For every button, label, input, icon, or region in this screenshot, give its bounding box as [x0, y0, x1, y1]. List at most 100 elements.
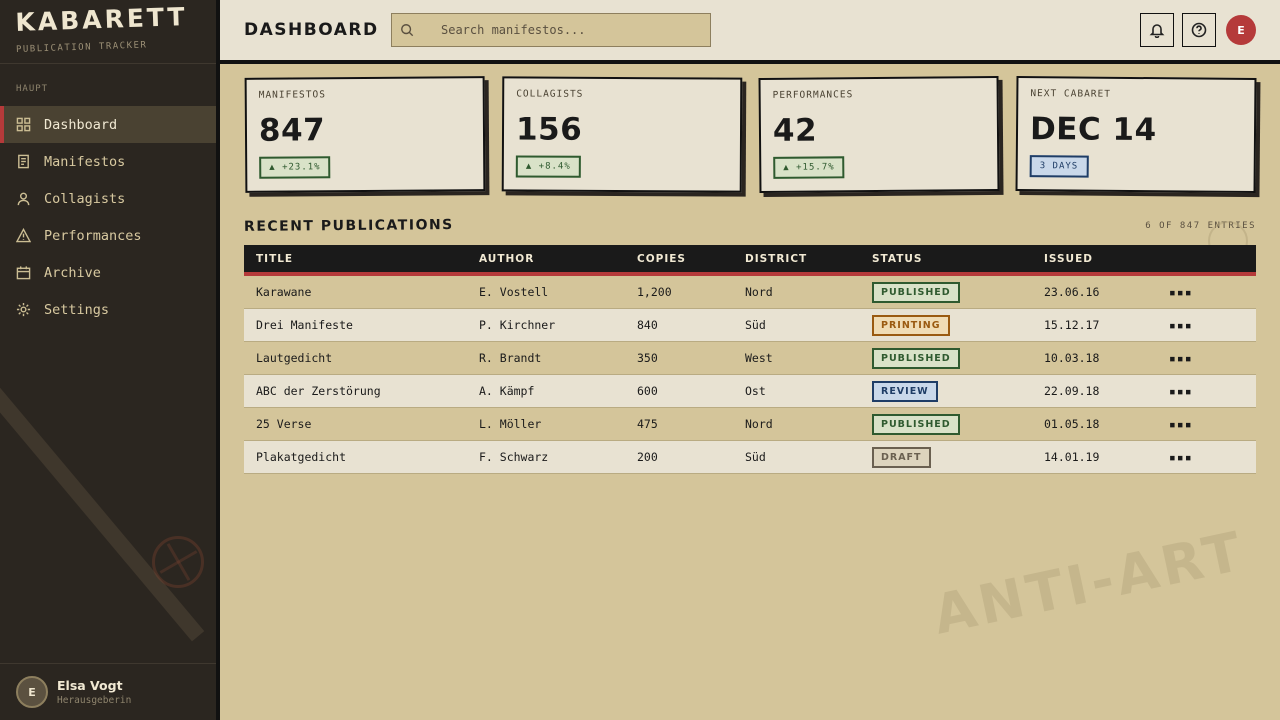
brand-subtitle: PUBLICATION TRACKER: [15, 40, 148, 55]
search-icon: [401, 24, 414, 37]
nav-section-label: HAUPT: [16, 84, 49, 94]
sidebar-item-label: Archive: [44, 264, 101, 281]
row-actions-button[interactable]: ▪▪▪: [1169, 450, 1256, 464]
brand: KABARETT PUBLICATION TRACKER: [0, 0, 216, 64]
cell-district: Ost: [745, 384, 766, 398]
cell-title: 25 Verse: [256, 417, 312, 431]
row-actions-button[interactable]: ▪▪▪: [1169, 351, 1256, 365]
stat-change-badge: ▲ +15.7%: [773, 156, 845, 179]
cell-copies: 840: [637, 318, 658, 332]
stat-value: 847: [258, 112, 326, 149]
row-actions-button[interactable]: ▪▪▪: [1169, 285, 1256, 299]
search-box[interactable]: [391, 13, 711, 47]
sidebar-item-manifestos[interactable]: Manifestos: [0, 143, 216, 180]
table-row[interactable]: Plakatgedicht F. Schwarz 200 Süd DRAFT 1…: [244, 441, 1256, 474]
cell-title: Drei Manifeste: [256, 318, 353, 332]
row-actions-button[interactable]: ▪▪▪: [1169, 417, 1256, 431]
table-header: TITLE AUTHOR COPIES DISTRICT STATUS ISSU…: [244, 245, 1256, 276]
countdown-badge: 3 DAYS: [1029, 155, 1089, 178]
cell-author: F. Schwarz: [479, 450, 549, 464]
cell-district: West: [745, 351, 773, 365]
sidebar-item-collagists[interactable]: Collagists: [0, 180, 216, 217]
row-actions-button[interactable]: ▪▪▪: [1169, 384, 1256, 398]
stat-label: MANIFESTOS: [258, 89, 326, 101]
stat-change-badge: ▲ +23.1%: [259, 156, 331, 179]
stat-value: DEC 14: [1029, 111, 1157, 149]
table-row[interactable]: Drei Manifeste P. Kirchner 840 Süd PRINT…: [244, 309, 1256, 342]
cell-title: Plakatgedicht: [256, 450, 347, 464]
row-actions-button[interactable]: ▪▪▪: [1169, 318, 1256, 332]
cell-issued: 10.03.18: [1044, 351, 1100, 365]
warning-triangle-icon: [16, 228, 31, 243]
table-row[interactable]: 25 Verse L. Möller 475 Nord PUBLISHED 01…: [244, 408, 1256, 441]
sidebar-item-performances[interactable]: Performances: [0, 217, 216, 254]
column-header-copies[interactable]: COPIES: [637, 253, 745, 265]
sidebar-item-label: Manifestos: [44, 153, 126, 170]
top-header: DASHBOARD E: [220, 0, 1280, 64]
sidebar-item-archive[interactable]: Archive: [0, 254, 216, 291]
notifications-button[interactable]: [1140, 13, 1174, 47]
publications-table: TITLE AUTHOR COPIES DISTRICT STATUS ISSU…: [244, 245, 1256, 474]
cell-copies: 600: [637, 384, 658, 398]
sidebar-item-label: Collagists: [44, 190, 126, 207]
stat-card-next-cabaret: NEXT CABARET DEC 14 3 DAYS: [1015, 75, 1257, 194]
sidebar-item-label: Settings: [44, 301, 110, 318]
help-icon: [1191, 22, 1207, 38]
cell-issued: 23.06.16: [1044, 285, 1100, 299]
status-badge: PUBLISHED: [872, 413, 960, 435]
stat-label: COLLAGISTS: [516, 88, 584, 100]
box-icon: [16, 265, 31, 280]
table-row[interactable]: Karawane E. Vostell 1,200 Nord PUBLISHED…: [244, 276, 1256, 309]
document-icon: [16, 154, 31, 169]
stat-card-manifestos: MANIFESTOS 847 ▲ +23.1%: [244, 76, 486, 193]
sidebar-item-label: Dashboard: [44, 116, 118, 133]
table-row[interactable]: Lautgedicht R. Brandt 350 West PUBLISHED…: [244, 342, 1256, 375]
stat-card-collagists: COLLAGISTS 156 ▲ +8.4%: [501, 76, 743, 193]
column-header-author[interactable]: AUTHOR: [479, 253, 637, 265]
gear-icon: [16, 302, 31, 317]
user-name: Elsa Vogt: [57, 678, 123, 693]
sidebar: KABARETT PUBLICATION TRACKER HAUPT Dashb…: [0, 0, 216, 720]
stat-change-badge: ▲ +8.4%: [515, 155, 581, 178]
brand-title: KABARETT: [14, 2, 189, 38]
watermark-text: ANTI-ART: [928, 519, 1251, 647]
column-header-title[interactable]: TITLE: [244, 253, 479, 265]
sidebar-item-settings[interactable]: Settings: [0, 291, 216, 328]
help-button[interactable]: [1182, 13, 1216, 47]
cell-author: R. Brandt: [479, 351, 542, 365]
bell-icon: [1149, 24, 1165, 38]
cell-district: Nord: [745, 285, 773, 299]
column-header-issued[interactable]: ISSUED: [1044, 253, 1169, 265]
status-badge: DRAFT: [872, 446, 931, 468]
cell-copies: 350: [637, 351, 658, 365]
sidebar-nav: Dashboard Manifestos Collagists Performa…: [0, 106, 216, 328]
status-badge: PRINTING: [872, 314, 950, 336]
column-header-status[interactable]: STATUS: [872, 253, 1044, 265]
cell-title: Karawane: [256, 285, 312, 299]
stat-label: PERFORMANCES: [772, 89, 854, 101]
current-user[interactable]: E Elsa Vogt Herausgeberin: [0, 663, 216, 720]
status-badge: REVIEW: [872, 380, 938, 402]
status-badge: PUBLISHED: [872, 281, 960, 303]
cell-title: Lautgedicht: [256, 351, 333, 365]
cell-author: P. Kirchner: [479, 318, 556, 332]
stat-label: NEXT CABARET: [1030, 88, 1112, 100]
cell-issued: 14.01.19: [1044, 450, 1100, 464]
header-actions: E: [1140, 13, 1256, 47]
sidebar-item-label: Performances: [44, 227, 142, 244]
cell-copies: 200: [637, 450, 658, 464]
search-input[interactable]: [392, 14, 710, 46]
column-header-district[interactable]: DISTRICT: [745, 253, 872, 265]
sidebar-item-dashboard[interactable]: Dashboard: [0, 106, 216, 143]
section-title: RECENT PUBLICATIONS: [243, 217, 454, 235]
cell-copies: 1,200: [637, 285, 672, 299]
user-icon: [16, 191, 31, 206]
stat-card-performances: PERFORMANCES 42 ▲ +15.7%: [758, 75, 1000, 194]
cell-issued: 22.09.18: [1044, 384, 1100, 398]
header-avatar[interactable]: E: [1226, 15, 1256, 45]
cell-copies: 475: [637, 417, 658, 431]
cell-author: A. Kämpf: [479, 384, 535, 398]
cell-author: L. Möller: [479, 417, 542, 431]
table-row[interactable]: ABC der Zerstörung A. Kämpf 600 Ost REVI…: [244, 375, 1256, 408]
decorative-wheel-icon: [152, 536, 204, 588]
